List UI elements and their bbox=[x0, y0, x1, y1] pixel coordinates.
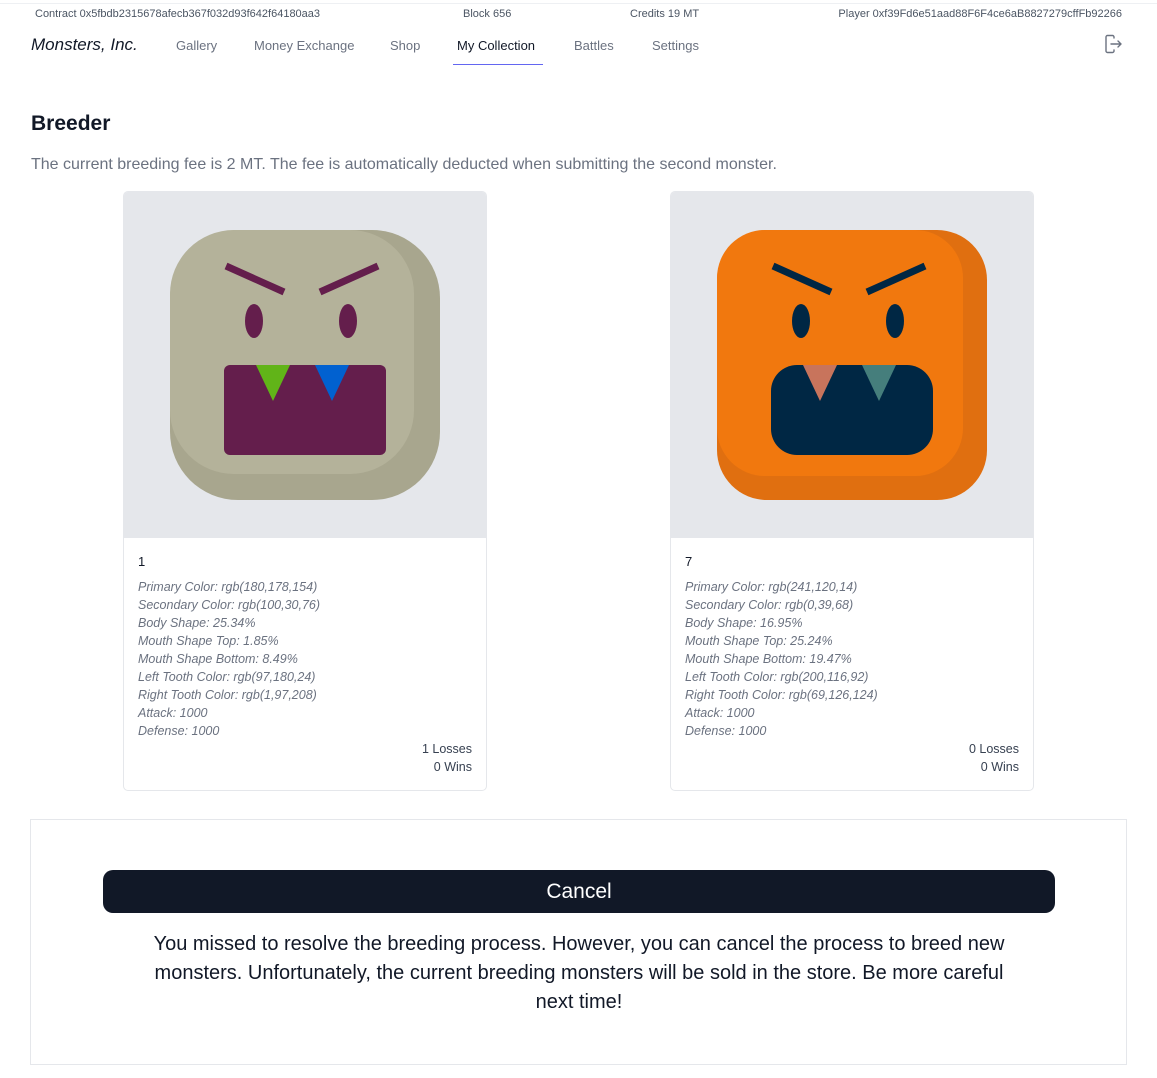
page-title: Breeder bbox=[31, 112, 111, 135]
monster-avatar-1 bbox=[170, 230, 440, 500]
nav-gallery[interactable]: Gallery bbox=[176, 38, 217, 53]
attr-secondary-color: Secondary Color: rgb(100,30,76) bbox=[138, 598, 321, 612]
monster-right-eye bbox=[339, 304, 357, 338]
breeding-fee-text: The current breeding fee is 2 MT. The fe… bbox=[31, 156, 777, 173]
nav-my-collection[interactable]: My Collection bbox=[457, 38, 535, 53]
brand-logo[interactable]: Monsters, Inc. bbox=[31, 35, 138, 55]
monster-wins: 0 Wins bbox=[433, 760, 472, 774]
attr-attack: Attack: 1000 bbox=[685, 706, 755, 720]
attr-primary-color: Primary Color: rgb(180,178,154) bbox=[138, 580, 318, 594]
monster-id: 7 bbox=[685, 554, 693, 569]
attr-mouth-shape-bottom: Mouth Shape Bottom: 19.47% bbox=[685, 652, 852, 666]
attr-right-tooth-color: Right Tooth Color: rgb(1,97,208) bbox=[138, 688, 317, 702]
nav-money-exchange[interactable]: Money Exchange bbox=[254, 38, 354, 53]
monster-mouth bbox=[771, 365, 933, 455]
monster-record: 0 Losses 0 Wins bbox=[969, 740, 1019, 776]
monster-id: 1 bbox=[138, 554, 146, 569]
cancel-button[interactable]: Cancel bbox=[103, 870, 1055, 913]
breeding-message: You missed to resolve the breeding proce… bbox=[153, 933, 1005, 1013]
monster-wins: 0 Wins bbox=[980, 760, 1019, 774]
attr-mouth-shape-top: Mouth Shape Top: 1.85% bbox=[138, 634, 279, 648]
attr-left-tooth-color: Left Tooth Color: rgb(200,116,92) bbox=[685, 670, 869, 684]
active-tab-indicator bbox=[453, 64, 543, 65]
contract-address: Contract 0x5fbdb2315678afecb367f032d93f6… bbox=[35, 8, 321, 20]
credits-balance: Credits 19 MT bbox=[630, 8, 700, 20]
attr-mouth-shape-top: Mouth Shape Top: 25.24% bbox=[685, 634, 833, 648]
top-divider bbox=[0, 3, 1157, 4]
attr-body-shape: Body Shape: 16.95% bbox=[685, 616, 803, 630]
attr-primary-color: Primary Color: rgb(241,120,14) bbox=[685, 580, 858, 594]
attr-left-tooth-color: Left Tooth Color: rgb(97,180,24) bbox=[138, 670, 316, 684]
monster-mouth bbox=[224, 365, 386, 455]
monster-right-eye bbox=[886, 304, 904, 338]
attr-right-tooth-color: Right Tooth Color: rgb(69,126,124) bbox=[685, 688, 878, 702]
attr-attack: Attack: 1000 bbox=[138, 706, 208, 720]
monster-attributes: Primary Color: rgb(180,178,154) Secondar… bbox=[138, 578, 320, 740]
monster-record: 1 Losses 0 Wins bbox=[422, 740, 472, 776]
attr-body-shape: Body Shape: 25.34% bbox=[138, 616, 256, 630]
monster-avatar-7 bbox=[717, 230, 987, 500]
attr-mouth-shape-bottom: Mouth Shape Bottom: 8.49% bbox=[138, 652, 298, 666]
main-nav: Monsters, Inc. Gallery Money Exchange Sh… bbox=[0, 26, 1157, 66]
monster-card[interactable]: 1 Primary Color: rgb(180,178,154) Second… bbox=[123, 191, 487, 791]
monster-losses: 0 Losses bbox=[968, 742, 1019, 756]
monster-card[interactable]: 7 Primary Color: rgb(241,120,14) Seconda… bbox=[670, 191, 1034, 791]
attr-defense: Defense: 1000 bbox=[138, 724, 220, 738]
breeding-panel: Cancel You missed to resolve the breedin… bbox=[30, 819, 1127, 1065]
attr-secondary-color: Secondary Color: rgb(0,39,68) bbox=[685, 598, 854, 612]
attr-defense: Defense: 1000 bbox=[685, 724, 767, 738]
logout-icon[interactable] bbox=[1103, 34, 1123, 54]
monster-attributes: Primary Color: rgb(241,120,14) Secondary… bbox=[685, 578, 878, 740]
nav-shop[interactable]: Shop bbox=[390, 38, 420, 53]
monster-left-eye bbox=[792, 304, 810, 338]
nav-battles[interactable]: Battles bbox=[574, 38, 614, 53]
monster-image bbox=[124, 192, 486, 538]
monster-losses: 1 Losses bbox=[421, 742, 472, 756]
block-number: Block 656 bbox=[463, 8, 512, 20]
info-bar: Contract 0x5fbdb2315678afecb367f032d93f6… bbox=[0, 8, 1157, 24]
monster-image bbox=[671, 192, 1033, 538]
monster-left-eye bbox=[245, 304, 263, 338]
player-address: Player 0xf39Fd6e51aad88F6F4ce6aB8827279c… bbox=[838, 8, 1122, 20]
nav-settings[interactable]: Settings bbox=[652, 38, 699, 53]
